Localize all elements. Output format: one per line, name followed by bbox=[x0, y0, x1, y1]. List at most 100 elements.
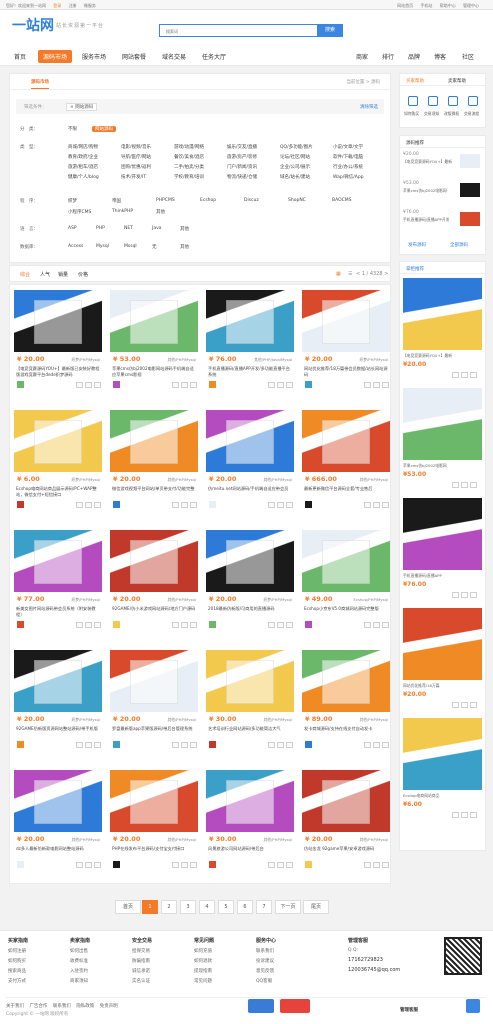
footer-column-link[interactable]: 常见问题 bbox=[194, 978, 214, 984]
seller-avatar[interactable] bbox=[17, 621, 24, 628]
seller-avatar[interactable] bbox=[113, 501, 120, 508]
help-icon-label[interactable]: 交易流程 bbox=[464, 111, 479, 117]
product-card[interactable]: ¥ 77.00 织梦/PHP/Mysql 新美女图片网站源码带会员系统（附安装教程） bbox=[14, 530, 102, 646]
product-card[interactable]: ¥ 89.00 其他/PHP/Mysql 发卡商城源码/支持在线支付自动发卡 bbox=[302, 650, 390, 766]
filter-option[interactable]: 团购/优惠/返利 bbox=[121, 164, 151, 170]
seller-avatar[interactable] bbox=[209, 621, 216, 628]
filter-option[interactable]: 电影/视频/音乐 bbox=[121, 144, 151, 150]
footer-column-link[interactable]: 入驻签约 bbox=[70, 968, 90, 974]
product-thumbnail[interactable] bbox=[302, 290, 390, 352]
filter-option[interactable]: 其他 bbox=[156, 209, 165, 215]
filter-option[interactable]: Wap/微信/App bbox=[333, 174, 364, 180]
filter-option[interactable]: 教育/政府/企业 bbox=[68, 154, 98, 160]
filter-option[interactable]: 行业/办公/系统 bbox=[333, 164, 363, 170]
footer-column-link[interactable]: 担保交易 bbox=[132, 948, 152, 954]
filter-option[interactable]: 技术/开发/IT bbox=[121, 174, 146, 180]
footer-column-link[interactable]: 实名认证 bbox=[132, 978, 152, 984]
product-title[interactable]: 罗盘最新版app苹果版源码/带后台管理系统 bbox=[112, 726, 196, 737]
seller-avatar[interactable] bbox=[209, 381, 216, 388]
filter-option[interactable]: 商城/网店/购物 bbox=[68, 144, 98, 150]
sort-tab-price[interactable]: 价格 bbox=[78, 271, 88, 278]
product-title[interactable]: 仿站金龙 92game苹果/安卓游戏源码 bbox=[304, 846, 388, 857]
footer-column-link[interactable]: QQ客服 bbox=[256, 978, 276, 984]
product-thumbnail[interactable] bbox=[302, 650, 390, 712]
promo-title-item[interactable]: 【电竞竞赛源码YOU+】最新 bbox=[403, 353, 482, 359]
filter-option[interactable]: 帝国 bbox=[112, 198, 121, 204]
seller-avatar[interactable] bbox=[305, 381, 312, 388]
filter-option[interactable]: 小说/文章/文学 bbox=[333, 144, 363, 150]
page-2[interactable]: 2 bbox=[161, 900, 177, 914]
promo-title-item[interactable]: 手机直播源码/直播APP bbox=[403, 573, 482, 579]
filter-option[interactable]: 二手/拍卖/分类 bbox=[174, 164, 204, 170]
product-title[interactable]: 新美女图片网站源码带会员系统（附安装教程） bbox=[16, 606, 100, 617]
product-title[interactable]: 风景旅游公司网站源码/带后台 bbox=[208, 846, 292, 857]
seller-avatar[interactable] bbox=[209, 501, 216, 508]
tab-seller-help[interactable]: 卖家帮助 bbox=[448, 78, 466, 84]
grid-view-icon[interactable]: ▦ bbox=[336, 271, 341, 277]
seller-avatar[interactable] bbox=[113, 861, 120, 868]
promo-thumbnail[interactable] bbox=[403, 498, 482, 570]
page-7[interactable]: 7 bbox=[256, 900, 272, 914]
product-title[interactable]: Ecshop小京东V5.0商城网站源码完整版 bbox=[304, 606, 388, 617]
footer-column-link[interactable]: 收费标准 bbox=[70, 958, 90, 964]
product-title[interactable]: 网站优化推荐/18万篇带会员数据/站长网站源码 bbox=[304, 366, 388, 377]
top-link-help[interactable]: 帮助中心 bbox=[440, 3, 456, 8]
promo-thumbnail[interactable] bbox=[403, 608, 482, 680]
product-title[interactable]: 发卡商城源码/支持在线支付自动发卡 bbox=[304, 726, 388, 737]
filter-option[interactable]: BAOCMS bbox=[332, 198, 352, 203]
product-card[interactable]: ¥ 20.00 其他/PHP/Mysql 92GAME/仿小米游戏网站源码/地方门户… bbox=[110, 530, 198, 646]
filter-option[interactable]: 论坛/社区/网站 bbox=[280, 154, 310, 160]
filter-option[interactable]: PHPCMS bbox=[156, 198, 175, 203]
product-thumbnail[interactable] bbox=[110, 650, 198, 712]
filter-option[interactable]: 学校/教育/培训 bbox=[174, 174, 204, 180]
filter-option[interactable]: Mssql bbox=[124, 244, 137, 249]
seller-avatar[interactable] bbox=[17, 501, 24, 508]
page-6[interactable]: 6 bbox=[237, 900, 253, 914]
product-card[interactable]: ¥ 30.00 其他/PHP/Mysql 艺术培训行业网站源码/多功能简洁大气 bbox=[206, 650, 294, 766]
nav-ranking[interactable]: 排行 bbox=[382, 52, 394, 61]
filter-option[interactable]: 其他 bbox=[180, 226, 189, 232]
top-link-home[interactable]: 网站首页 bbox=[397, 3, 413, 8]
page-next[interactable]: 下一页 bbox=[275, 900, 301, 914]
promo-thumbnail[interactable] bbox=[403, 278, 482, 350]
page-last[interactable]: 尾页 bbox=[303, 900, 329, 914]
product-card[interactable]: ¥ 20.00 织梦/PHP/Mysql 92GAME仿新版资源网站整站源码/带手机… bbox=[14, 650, 102, 766]
seller-avatar[interactable] bbox=[305, 621, 312, 628]
product-card[interactable]: ¥ 53.00 其他/PHP/Mysql 苹果cms仿bj2002电影网站源码手机端… bbox=[110, 290, 198, 406]
filter-option[interactable]: Java bbox=[152, 226, 162, 231]
footer-column-link[interactable]: 联系我们 bbox=[256, 948, 276, 954]
footer-column-link[interactable]: 如何出售 bbox=[70, 948, 90, 954]
seller-avatar[interactable] bbox=[305, 861, 312, 868]
product-card[interactable]: ¥ 20.00 其他/PHP/Mysql PHP在线发布平台源码/支付宝支付接口 bbox=[110, 770, 198, 886]
nav-merchant[interactable]: 商家 bbox=[356, 52, 368, 61]
back-to-top-icon[interactable] bbox=[466, 999, 480, 1013]
product-title[interactable]: 仿meitu.net网站源码/手机端自适应带会员 bbox=[208, 486, 292, 497]
promo-thumbnail[interactable] bbox=[403, 718, 482, 790]
nav-brand[interactable]: 品牌 bbox=[408, 52, 420, 61]
footer-column-link[interactable]: 意见反馈 bbox=[256, 968, 276, 974]
filter-option[interactable]: 小程序CMS bbox=[68, 209, 91, 215]
filter-option[interactable]: 健康/个人/blog bbox=[68, 174, 99, 180]
all-source-button[interactable]: 全部源码 bbox=[450, 242, 468, 248]
filter-option[interactable]: 企业/公司/展示 bbox=[280, 164, 310, 170]
filter-option[interactable]: Ecshop bbox=[200, 198, 216, 203]
filter-option[interactable]: 软件/下载/电脑 bbox=[333, 154, 363, 160]
filter-option[interactable]: NET bbox=[124, 226, 133, 231]
product-thumbnail[interactable] bbox=[206, 530, 294, 592]
transfer-icon[interactable] bbox=[448, 96, 458, 106]
seller-avatar[interactable] bbox=[17, 381, 24, 388]
product-title[interactable]: Ecshop电商网站商品展示源码/PC+WAP整站，微信支付+短信接口 bbox=[16, 486, 100, 497]
nav-site-package[interactable]: 网站套餐 bbox=[122, 52, 146, 61]
product-card[interactable]: ¥ 20.00 其他/PHP/Mysql 仿站金龙 92game苹果/安卓游戏源码 bbox=[302, 770, 390, 886]
tab-buyer-help[interactable]: 买家帮助 bbox=[406, 78, 424, 84]
product-card[interactable]: ¥ 20.00 其他/PHP/Mysql 罗盘最新版app苹果版源码/带后台管理系统 bbox=[110, 650, 198, 766]
footer-link[interactable]: 关于我们 bbox=[6, 1004, 24, 1009]
filter-option[interactable]: 其他 bbox=[180, 244, 189, 250]
filter-option[interactable]: 织梦 bbox=[68, 198, 77, 204]
site-logo[interactable]: 一站网 bbox=[12, 15, 54, 35]
filter-option[interactable]: ThinkPHP bbox=[112, 209, 133, 214]
product-thumbnail[interactable] bbox=[206, 410, 294, 472]
product-title[interactable]: 92GAME/仿小米游戏网站源码/地方门户源码 bbox=[112, 606, 196, 617]
seller-avatar[interactable] bbox=[305, 501, 312, 508]
footer-link[interactable]: 联系我们 bbox=[53, 1004, 71, 1009]
